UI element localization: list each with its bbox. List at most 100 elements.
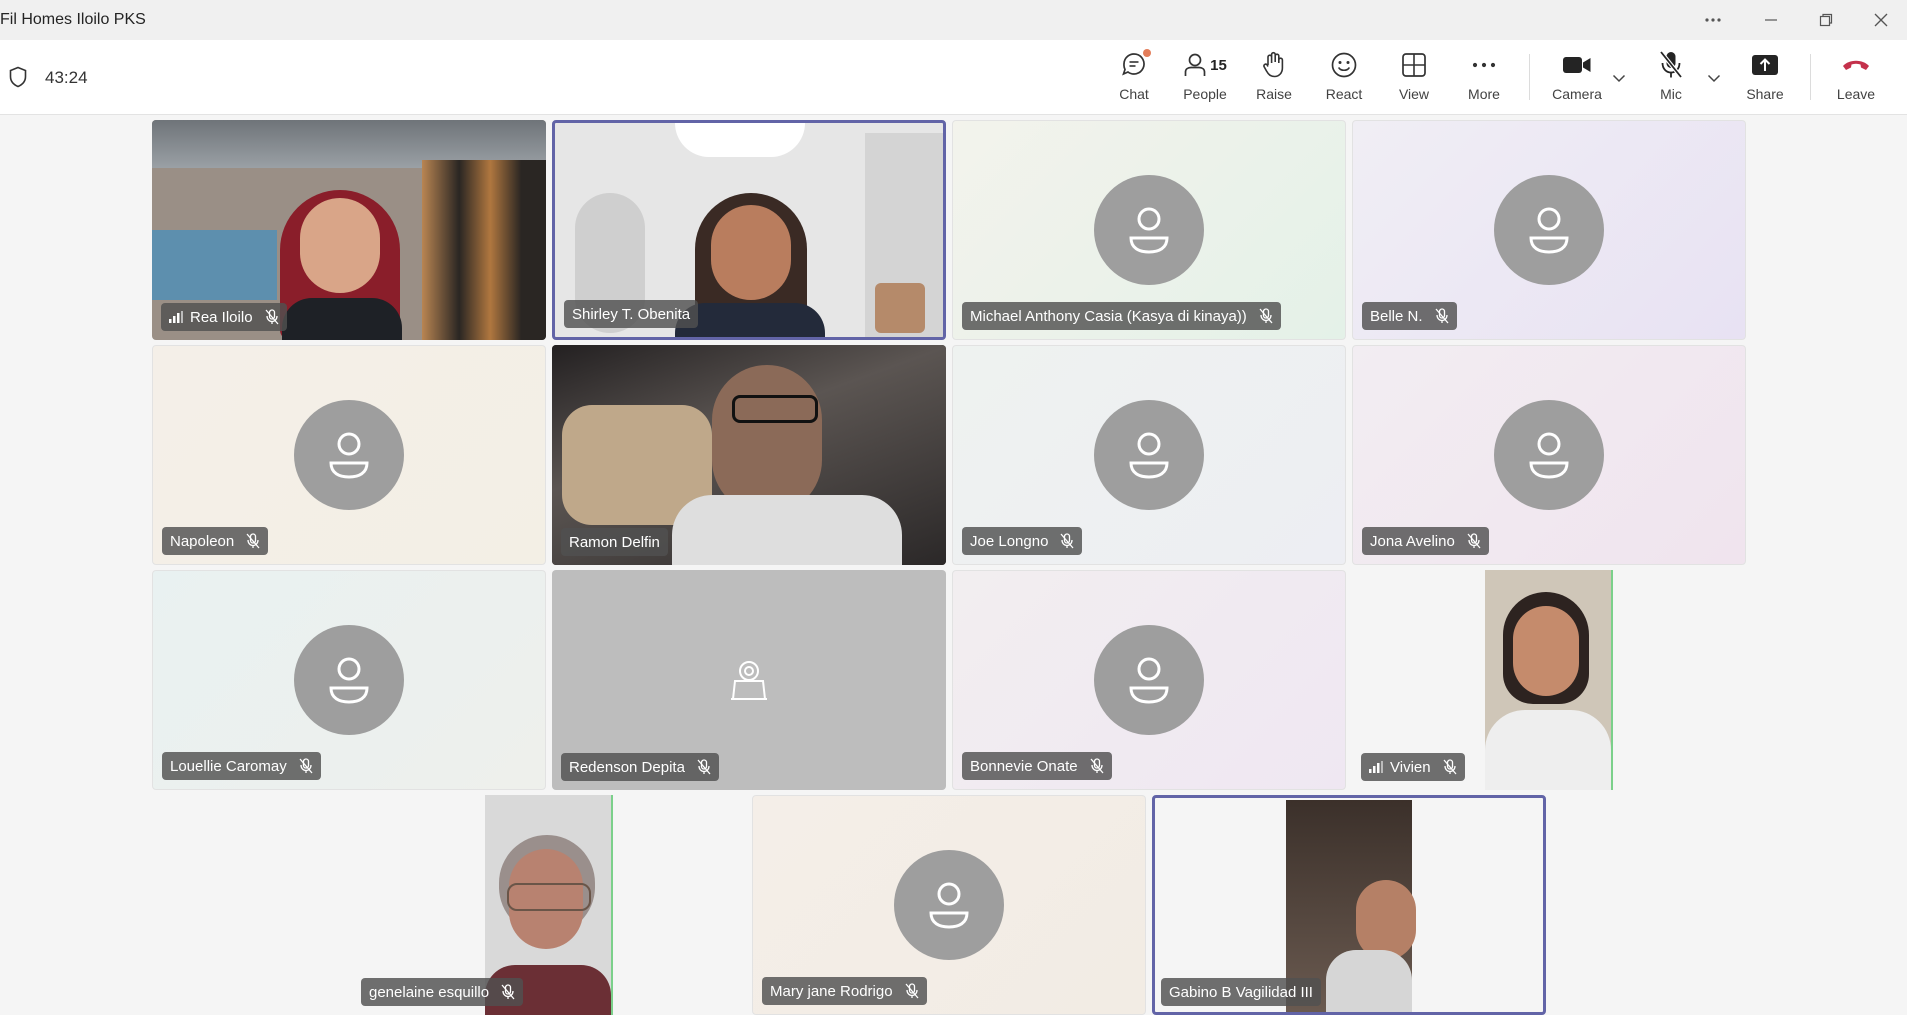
- participant-nametag: Gabino B Vagilidad III: [1161, 978, 1321, 1006]
- person-icon: [1129, 657, 1169, 704]
- meeting-toolbar: 43:24 Chat 15 People Raise React View Mo…: [0, 40, 1907, 115]
- mic-off-icon: [1658, 48, 1684, 82]
- avatar: [294, 625, 404, 735]
- window-titlebar: Fil Homes Iloilo PKS: [0, 0, 1907, 40]
- people-label: People: [1183, 86, 1227, 102]
- participant-nametag: Redenson Depita: [561, 753, 719, 781]
- participant-tile[interactable]: Shirley T. Obenita: [552, 120, 946, 340]
- person-icon: [1129, 432, 1169, 479]
- participant-nametag: Mary jane Rodrigo: [762, 977, 927, 1005]
- participant-name: Rea Iloilo: [190, 308, 253, 326]
- participant-name: Ramon Delfin: [569, 533, 660, 551]
- participant-tile[interactable]: Redenson Depita: [552, 570, 946, 790]
- leave-button[interactable]: Leave: [1825, 48, 1887, 110]
- camera-button[interactable]: Camera: [1545, 48, 1609, 110]
- participant-name: Joe Longno: [970, 532, 1049, 550]
- participant-tile[interactable]: Rea Iloilo: [152, 120, 546, 340]
- person-icon: [329, 432, 369, 479]
- participant-tile[interactable]: genelaine esquillo: [352, 795, 746, 1015]
- person-icon: [1529, 207, 1569, 254]
- toolbar-divider: [1810, 54, 1811, 100]
- mic-muted-icon: [1090, 758, 1104, 774]
- participant-tile[interactable]: Belle N.: [1352, 120, 1746, 340]
- participant-tile[interactable]: Ramon Delfin: [552, 345, 946, 565]
- chat-button[interactable]: Chat: [1103, 48, 1165, 110]
- more-button[interactable]: More: [1453, 48, 1515, 110]
- shield-icon: [8, 66, 28, 93]
- chat-notification-dot: [1143, 49, 1151, 57]
- mic-button[interactable]: Mic: [1640, 48, 1702, 110]
- participant-nametag: Rea Iloilo: [161, 303, 287, 331]
- react-label: React: [1325, 86, 1363, 102]
- participant-nametag: Shirley T. Obenita: [564, 300, 699, 328]
- minimize-icon[interactable]: [1748, 6, 1794, 34]
- video-person-face: [712, 365, 822, 515]
- participant-nametag: Ramon Delfin: [561, 528, 668, 556]
- share-button[interactable]: Share: [1734, 48, 1796, 110]
- camera-options-chevron-icon[interactable]: [1612, 70, 1626, 88]
- video-person-face: [711, 205, 791, 300]
- toolbar-divider: [1529, 54, 1530, 100]
- people-button[interactable]: 15 People: [1175, 48, 1235, 110]
- participant-tile[interactable]: Louellie Caromay: [152, 570, 546, 790]
- mic-options-chevron-icon[interactable]: [1707, 70, 1721, 88]
- more-options-icon[interactable]: [1690, 6, 1736, 34]
- video-person-face: [300, 198, 380, 293]
- camera-label: Camera: [1552, 86, 1602, 102]
- participant-name: genelaine esquillo: [369, 983, 490, 1001]
- participant-tile[interactable]: Mary jane Rodrigo: [752, 795, 1146, 1015]
- mic-muted-icon: [265, 309, 279, 325]
- restore-icon[interactable]: [1803, 6, 1849, 34]
- participant-tile[interactable]: Gabino B Vagilidad III: [1152, 795, 1546, 1015]
- video-background-lockers: [152, 230, 277, 300]
- mic-muted-icon: [1435, 308, 1449, 324]
- avatar: [1494, 175, 1604, 285]
- participant-tile[interactable]: Jona Avelino: [1352, 345, 1746, 565]
- participant-tile[interactable]: Michael Anthony Casia (Kasya di kinaya)): [952, 120, 1346, 340]
- signal-strength-icon: [169, 311, 183, 323]
- participant-nametag: genelaine esquillo: [361, 978, 524, 1006]
- mic-muted-icon: [246, 533, 260, 549]
- avatar: [1094, 400, 1204, 510]
- video-background-windows: [422, 160, 546, 340]
- video-background-chair: [875, 283, 925, 333]
- camera-off-icon: [727, 657, 771, 708]
- participant-name: Vivien: [1390, 758, 1431, 776]
- chat-icon: [1120, 48, 1151, 82]
- smiley-icon: [1330, 48, 1358, 82]
- video-background-skylight: [675, 123, 805, 157]
- close-icon[interactable]: [1858, 6, 1904, 34]
- person-icon: [1529, 432, 1569, 479]
- share-label: Share: [1746, 86, 1784, 102]
- more-label: More: [1468, 86, 1500, 102]
- participant-nametag: Bonnevie Onate: [962, 752, 1112, 780]
- video-person-body: [672, 495, 902, 565]
- people-count: 15: [1210, 56, 1227, 74]
- participant-nametag: Napoleon: [162, 527, 269, 555]
- window-title: Fil Homes Iloilo PKS: [0, 11, 146, 28]
- participant-tile[interactable]: Bonnevie Onate: [952, 570, 1346, 790]
- mic-label: Mic: [1660, 86, 1682, 102]
- person-icon: [929, 882, 969, 929]
- view-label: View: [1398, 86, 1430, 102]
- view-button[interactable]: View: [1383, 48, 1445, 110]
- participant-name: Redenson Depita: [569, 758, 685, 776]
- participant-tile[interactable]: Napoleon: [152, 345, 546, 565]
- react-button[interactable]: React: [1313, 48, 1375, 110]
- participant-tile[interactable]: Joe Longno: [952, 345, 1346, 565]
- share-screen-icon: [1751, 48, 1779, 82]
- meeting-timer: 43:24: [45, 68, 88, 87]
- participant-name: Belle N.: [1370, 307, 1423, 325]
- raise-hand-button[interactable]: Raise: [1243, 48, 1305, 110]
- raise-hand-icon: [1261, 48, 1287, 82]
- people-icon: 15: [1183, 48, 1227, 82]
- participant-nametag: Vivien: [1361, 753, 1465, 781]
- participant-tile[interactable]: Vivien: [1352, 570, 1746, 790]
- avatar: [1094, 175, 1204, 285]
- participant-name: Jona Avelino: [1370, 532, 1455, 550]
- participant-nametag: Joe Longno: [962, 527, 1083, 555]
- participant-name: Bonnevie Onate: [970, 757, 1078, 775]
- avatar: [894, 850, 1004, 960]
- mic-muted-icon: [1060, 533, 1074, 549]
- chat-label: Chat: [1119, 86, 1149, 102]
